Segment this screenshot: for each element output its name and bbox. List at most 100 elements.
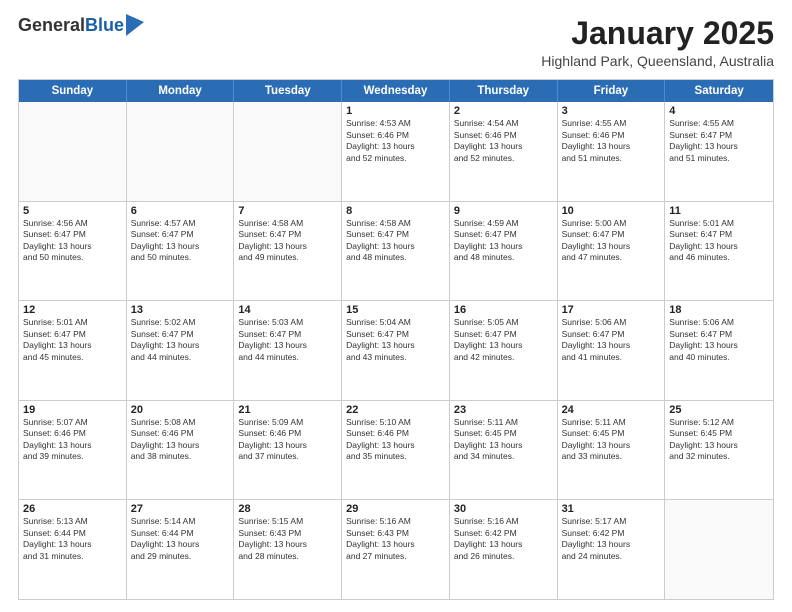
cal-cell-r2-c5: 9Sunrise: 4:59 AM Sunset: 6:47 PM Daylig… xyxy=(450,202,558,301)
day-number-22: 22 xyxy=(346,404,445,416)
header-thursday: Thursday xyxy=(450,80,558,102)
location: Highland Park, Queensland, Australia xyxy=(541,53,774,69)
cell-info-25: Sunrise: 5:12 AM Sunset: 6:45 PM Dayligh… xyxy=(669,417,769,463)
day-number-31: 31 xyxy=(562,503,661,515)
cell-info-8: Sunrise: 4:58 AM Sunset: 6:47 PM Dayligh… xyxy=(346,218,445,264)
cal-cell-r4-c4: 22Sunrise: 5:10 AM Sunset: 6:46 PM Dayli… xyxy=(342,401,450,500)
cal-cell-r2-c4: 8Sunrise: 4:58 AM Sunset: 6:47 PM Daylig… xyxy=(342,202,450,301)
day-number-18: 18 xyxy=(669,304,769,316)
cal-cell-r3-c5: 16Sunrise: 5:05 AM Sunset: 6:47 PM Dayli… xyxy=(450,301,558,400)
header: GeneralBlue January 2025 Highland Park, … xyxy=(18,16,774,69)
header-friday: Friday xyxy=(558,80,666,102)
month-title: January 2025 xyxy=(541,16,774,51)
cal-cell-r5-c6: 31Sunrise: 5:17 AM Sunset: 6:42 PM Dayli… xyxy=(558,500,666,599)
cell-info-3: Sunrise: 4:55 AM Sunset: 6:46 PM Dayligh… xyxy=(562,118,661,164)
cal-row-4: 19Sunrise: 5:07 AM Sunset: 6:46 PM Dayli… xyxy=(19,401,773,501)
header-monday: Monday xyxy=(127,80,235,102)
page: GeneralBlue January 2025 Highland Park, … xyxy=(0,0,792,612)
cal-cell-r1-c7: 4Sunrise: 4:55 AM Sunset: 6:47 PM Daylig… xyxy=(665,102,773,201)
cal-cell-r5-c5: 30Sunrise: 5:16 AM Sunset: 6:42 PM Dayli… xyxy=(450,500,558,599)
day-number-30: 30 xyxy=(454,503,553,515)
day-number-14: 14 xyxy=(238,304,337,316)
day-number-17: 17 xyxy=(562,304,661,316)
cal-cell-r2-c1: 5Sunrise: 4:56 AM Sunset: 6:47 PM Daylig… xyxy=(19,202,127,301)
day-number-4: 4 xyxy=(669,105,769,117)
cell-info-13: Sunrise: 5:02 AM Sunset: 6:47 PM Dayligh… xyxy=(131,317,230,363)
logo-blue: Blue xyxy=(85,15,124,35)
cal-cell-r5-c4: 29Sunrise: 5:16 AM Sunset: 6:43 PM Dayli… xyxy=(342,500,450,599)
day-number-11: 11 xyxy=(669,205,769,217)
cell-info-17: Sunrise: 5:06 AM Sunset: 6:47 PM Dayligh… xyxy=(562,317,661,363)
header-tuesday: Tuesday xyxy=(234,80,342,102)
cal-cell-r5-c3: 28Sunrise: 5:15 AM Sunset: 6:43 PM Dayli… xyxy=(234,500,342,599)
cell-info-22: Sunrise: 5:10 AM Sunset: 6:46 PM Dayligh… xyxy=(346,417,445,463)
day-number-24: 24 xyxy=(562,404,661,416)
cell-info-23: Sunrise: 5:11 AM Sunset: 6:45 PM Dayligh… xyxy=(454,417,553,463)
calendar: Sunday Monday Tuesday Wednesday Thursday… xyxy=(18,79,774,600)
day-number-5: 5 xyxy=(23,205,122,217)
cell-info-5: Sunrise: 4:56 AM Sunset: 6:47 PM Dayligh… xyxy=(23,218,122,264)
cal-cell-r4-c7: 25Sunrise: 5:12 AM Sunset: 6:45 PM Dayli… xyxy=(665,401,773,500)
day-number-2: 2 xyxy=(454,105,553,117)
cal-row-2: 5Sunrise: 4:56 AM Sunset: 6:47 PM Daylig… xyxy=(19,202,773,302)
day-number-6: 6 xyxy=(131,205,230,217)
cell-info-20: Sunrise: 5:08 AM Sunset: 6:46 PM Dayligh… xyxy=(131,417,230,463)
day-number-26: 26 xyxy=(23,503,122,515)
day-number-13: 13 xyxy=(131,304,230,316)
cal-row-1: 1Sunrise: 4:53 AM Sunset: 6:46 PM Daylig… xyxy=(19,102,773,202)
cal-cell-r4-c6: 24Sunrise: 5:11 AM Sunset: 6:45 PM Dayli… xyxy=(558,401,666,500)
header-wednesday: Wednesday xyxy=(342,80,450,102)
title-area: January 2025 Highland Park, Queensland, … xyxy=(541,16,774,69)
cell-info-28: Sunrise: 5:15 AM Sunset: 6:43 PM Dayligh… xyxy=(238,516,337,562)
cell-info-31: Sunrise: 5:17 AM Sunset: 6:42 PM Dayligh… xyxy=(562,516,661,562)
cal-cell-r2-c6: 10Sunrise: 5:00 AM Sunset: 6:47 PM Dayli… xyxy=(558,202,666,301)
calendar-body: 1Sunrise: 4:53 AM Sunset: 6:46 PM Daylig… xyxy=(19,102,773,599)
cal-cell-r1-c3 xyxy=(234,102,342,201)
day-number-19: 19 xyxy=(23,404,122,416)
cell-info-14: Sunrise: 5:03 AM Sunset: 6:47 PM Dayligh… xyxy=(238,317,337,363)
cell-info-12: Sunrise: 5:01 AM Sunset: 6:47 PM Dayligh… xyxy=(23,317,122,363)
day-number-3: 3 xyxy=(562,105,661,117)
cell-info-10: Sunrise: 5:00 AM Sunset: 6:47 PM Dayligh… xyxy=(562,218,661,264)
day-number-16: 16 xyxy=(454,304,553,316)
header-sunday: Sunday xyxy=(19,80,127,102)
cell-info-6: Sunrise: 4:57 AM Sunset: 6:47 PM Dayligh… xyxy=(131,218,230,264)
cell-info-19: Sunrise: 5:07 AM Sunset: 6:46 PM Dayligh… xyxy=(23,417,122,463)
cal-cell-r1-c2 xyxy=(127,102,235,201)
day-number-10: 10 xyxy=(562,205,661,217)
cell-info-18: Sunrise: 5:06 AM Sunset: 6:47 PM Dayligh… xyxy=(669,317,769,363)
cal-cell-r5-c7 xyxy=(665,500,773,599)
cal-cell-r1-c6: 3Sunrise: 4:55 AM Sunset: 6:46 PM Daylig… xyxy=(558,102,666,201)
day-number-28: 28 xyxy=(238,503,337,515)
cal-cell-r1-c4: 1Sunrise: 4:53 AM Sunset: 6:46 PM Daylig… xyxy=(342,102,450,201)
logo: GeneralBlue xyxy=(18,16,144,36)
cell-info-7: Sunrise: 4:58 AM Sunset: 6:47 PM Dayligh… xyxy=(238,218,337,264)
day-number-29: 29 xyxy=(346,503,445,515)
cal-cell-r2-c2: 6Sunrise: 4:57 AM Sunset: 6:47 PM Daylig… xyxy=(127,202,235,301)
day-number-23: 23 xyxy=(454,404,553,416)
cal-cell-r3-c7: 18Sunrise: 5:06 AM Sunset: 6:47 PM Dayli… xyxy=(665,301,773,400)
cell-info-4: Sunrise: 4:55 AM Sunset: 6:47 PM Dayligh… xyxy=(669,118,769,164)
cal-cell-r5-c2: 27Sunrise: 5:14 AM Sunset: 6:44 PM Dayli… xyxy=(127,500,235,599)
cell-info-9: Sunrise: 4:59 AM Sunset: 6:47 PM Dayligh… xyxy=(454,218,553,264)
cell-info-29: Sunrise: 5:16 AM Sunset: 6:43 PM Dayligh… xyxy=(346,516,445,562)
cell-info-26: Sunrise: 5:13 AM Sunset: 6:44 PM Dayligh… xyxy=(23,516,122,562)
cal-cell-r3-c3: 14Sunrise: 5:03 AM Sunset: 6:47 PM Dayli… xyxy=(234,301,342,400)
day-number-25: 25 xyxy=(669,404,769,416)
logo-icon xyxy=(126,14,144,36)
cell-info-21: Sunrise: 5:09 AM Sunset: 6:46 PM Dayligh… xyxy=(238,417,337,463)
cell-info-1: Sunrise: 4:53 AM Sunset: 6:46 PM Dayligh… xyxy=(346,118,445,164)
cal-cell-r3-c2: 13Sunrise: 5:02 AM Sunset: 6:47 PM Dayli… xyxy=(127,301,235,400)
cal-cell-r4-c1: 19Sunrise: 5:07 AM Sunset: 6:46 PM Dayli… xyxy=(19,401,127,500)
logo-general: General xyxy=(18,15,85,35)
cell-info-2: Sunrise: 4:54 AM Sunset: 6:46 PM Dayligh… xyxy=(454,118,553,164)
day-number-12: 12 xyxy=(23,304,122,316)
day-number-20: 20 xyxy=(131,404,230,416)
cal-cell-r1-c1 xyxy=(19,102,127,201)
cal-cell-r2-c3: 7Sunrise: 4:58 AM Sunset: 6:47 PM Daylig… xyxy=(234,202,342,301)
cal-cell-r5-c1: 26Sunrise: 5:13 AM Sunset: 6:44 PM Dayli… xyxy=(19,500,127,599)
day-number-9: 9 xyxy=(454,205,553,217)
day-number-1: 1 xyxy=(346,105,445,117)
cell-info-24: Sunrise: 5:11 AM Sunset: 6:45 PM Dayligh… xyxy=(562,417,661,463)
cal-cell-r1-c5: 2Sunrise: 4:54 AM Sunset: 6:46 PM Daylig… xyxy=(450,102,558,201)
